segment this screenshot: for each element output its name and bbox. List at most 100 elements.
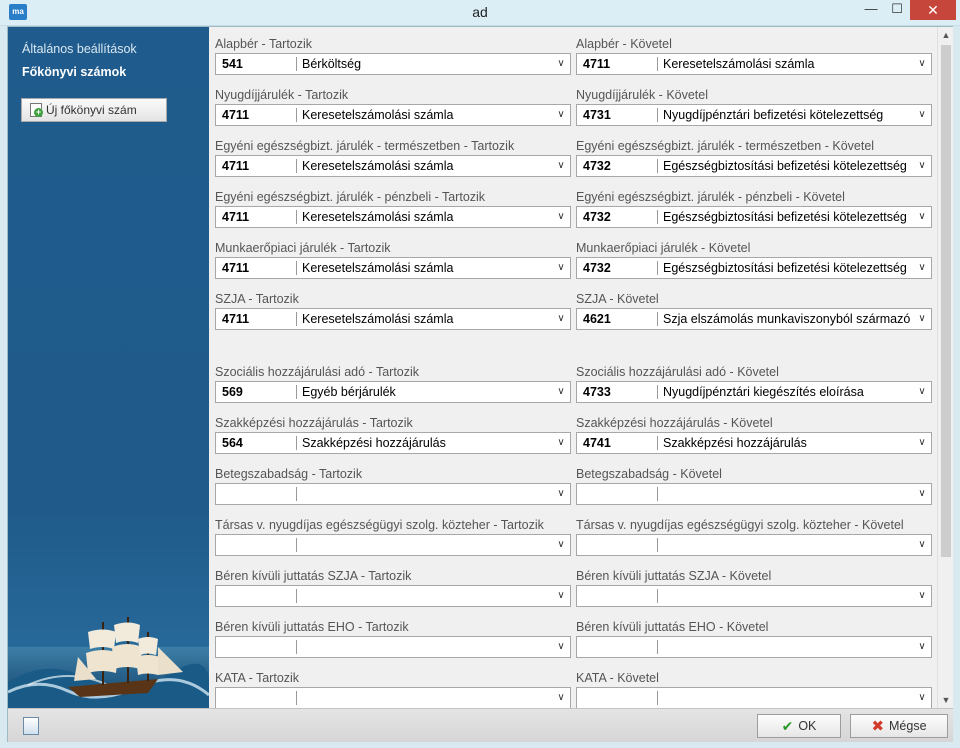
account-field-left: Szociális hozzájárulási adó - Tartozik 56… [215, 364, 571, 403]
chevron-down-icon[interactable]: ∨ [554, 383, 568, 401]
chevron-down-icon[interactable]: ∨ [915, 383, 929, 401]
account-select[interactable]: ∨ [215, 483, 571, 505]
account-select[interactable]: 564 Szakképzési hozzájárulás ∨ [215, 432, 571, 454]
account-field-left: Nyugdíjjárulék - Tartozik 4711 Keresetelsz… [215, 87, 571, 126]
sidebar-item-general-settings[interactable]: Általános beállítások [22, 42, 137, 56]
chevron-down-icon[interactable]: ∨ [915, 208, 929, 226]
chevron-down-icon[interactable]: ∨ [554, 208, 568, 226]
account-code: 4711 [222, 312, 250, 326]
chevron-down-icon[interactable]: ∨ [554, 587, 568, 605]
account-select[interactable]: ∨ [215, 534, 571, 556]
cancel-label: Mégse [889, 719, 927, 733]
account-select[interactable]: 4711 Keresetelszámolási számla ∨ [215, 308, 571, 330]
account-field-right: Egyéni egészségbizt. járulék - természet… [576, 138, 932, 177]
chevron-down-icon[interactable]: ∨ [554, 689, 568, 707]
account-name: Keresetelszámolási számla [302, 108, 454, 122]
chevron-down-icon[interactable]: ∨ [915, 310, 929, 328]
account-select[interactable]: 4733 Nyugdíjpénztári kiegészítés eloírása… [576, 381, 932, 403]
account-select[interactable]: 541 Bérköltség ∨ [215, 53, 571, 75]
account-name: Egyéb bérjárulék [302, 385, 396, 399]
account-field-right: Nyugdíjjárulék - Követel 4731 Nyugdíjpénzt… [576, 87, 932, 126]
account-field-left: Munkaerőpiaci járulék - Tartozik 4711 Kere… [215, 240, 571, 279]
check-icon: ✔ [781, 717, 794, 734]
account-code: 4733 [583, 385, 611, 399]
cross-icon: ✖ [871, 718, 885, 735]
ok-button[interactable]: ✔ OK [757, 714, 841, 738]
chevron-down-icon[interactable]: ∨ [554, 106, 568, 124]
account-field-label: SZJA - Tartozik [215, 292, 299, 306]
chevron-down-icon[interactable]: ∨ [554, 55, 568, 73]
account-field-label: Béren kívüli juttatás SZJA - Követel [576, 569, 772, 583]
account-select[interactable]: 4621 Szja elszámolás munkaviszonyból szár… [576, 308, 932, 330]
scroll-down-arrow-icon[interactable]: ▼ [938, 692, 954, 708]
vertical-scrollbar[interactable]: ▲ ▼ [937, 27, 953, 708]
account-select[interactable]: 4711 Keresetelszámolási számla ∨ [215, 155, 571, 177]
chevron-down-icon[interactable]: ∨ [915, 587, 929, 605]
chevron-down-icon[interactable]: ∨ [554, 157, 568, 175]
chevron-down-icon[interactable]: ∨ [915, 55, 929, 73]
account-select[interactable]: ∨ [576, 534, 932, 556]
dialog-footer: ✔ OK ✖ Mégse [8, 708, 953, 742]
account-name: Szakképzési hozzájárulás [663, 436, 807, 450]
account-field-left: SZJA - Tartozik 4711 Keresetelszámolási sz… [215, 291, 571, 330]
account-name: Keresetelszámolási számla [663, 57, 815, 71]
account-select[interactable]: ∨ [215, 687, 571, 708]
account-select[interactable]: 4711 Keresetelszámolási számla ∨ [215, 104, 571, 126]
chevron-down-icon[interactable]: ∨ [915, 536, 929, 554]
chevron-down-icon[interactable]: ∨ [554, 259, 568, 277]
account-select[interactable]: 569 Egyéb bérjárulék ∨ [215, 381, 571, 403]
sidebar-item-ledger-accounts[interactable]: Főkönyvi számok [22, 65, 126, 79]
chevron-down-icon[interactable]: ∨ [554, 485, 568, 503]
account-code: 4711 [222, 159, 250, 173]
account-select[interactable]: 4732 Egészségbiztosítási befizetési kötel… [576, 155, 932, 177]
chevron-down-icon[interactable]: ∨ [554, 638, 568, 656]
chevron-down-icon[interactable]: ∨ [554, 536, 568, 554]
chevron-down-icon[interactable]: ∨ [915, 106, 929, 124]
chevron-down-icon[interactable]: ∨ [915, 485, 929, 503]
chevron-down-icon[interactable]: ∨ [915, 434, 929, 452]
account-field-label: Munkaerőpiaci járulék - Tartozik [215, 241, 391, 255]
account-field-label: Alapbér - Tartozik [215, 37, 313, 51]
account-field-label: Nyugdíjjárulék - Tartozik [215, 88, 349, 102]
account-code: 4711 [583, 57, 611, 71]
account-select[interactable]: 4711 Keresetelszámolási számla ∨ [215, 206, 571, 228]
column-divider [296, 159, 297, 173]
account-select[interactable]: ∨ [576, 585, 932, 607]
account-select[interactable]: 4711 Keresetelszámolási számla ∨ [576, 53, 932, 75]
minimize-button[interactable]: — [858, 0, 884, 20]
account-select[interactable]: 4732 Egészségbiztosítási befizetési kötel… [576, 206, 932, 228]
account-select[interactable]: 4711 Keresetelszámolási számla ∨ [215, 257, 571, 279]
account-field-label: Alapbér - Követel [576, 37, 672, 51]
scroll-thumb[interactable] [941, 45, 951, 557]
maximize-button[interactable]: ☐ [884, 0, 910, 20]
chevron-down-icon[interactable]: ∨ [915, 638, 929, 656]
account-name: Szja elszámolás munkaviszonyból származó… [663, 312, 913, 326]
account-select[interactable]: ∨ [576, 636, 932, 658]
account-select[interactable]: ∨ [215, 585, 571, 607]
account-field-right: Béren kívüli juttatás EHO - Követel ∨ [576, 619, 932, 658]
column-divider [296, 640, 297, 654]
chevron-down-icon[interactable]: ∨ [915, 689, 929, 707]
account-select[interactable]: ∨ [576, 687, 932, 708]
column-divider [657, 640, 658, 654]
chevron-down-icon[interactable]: ∨ [915, 259, 929, 277]
account-select[interactable]: ∨ [576, 483, 932, 505]
cancel-button[interactable]: ✖ Mégse [850, 714, 948, 738]
document-icon[interactable] [23, 717, 39, 735]
account-select[interactable]: 4732 Egészségbiztosítási befizetési kötel… [576, 257, 932, 279]
chevron-down-icon[interactable]: ∨ [554, 434, 568, 452]
column-divider [657, 385, 658, 399]
chevron-down-icon[interactable]: ∨ [554, 310, 568, 328]
close-button[interactable]: ✕ [910, 0, 956, 20]
scroll-up-arrow-icon[interactable]: ▲ [938, 27, 954, 43]
account-code: 569 [222, 385, 243, 399]
column-divider [296, 487, 297, 501]
new-ledger-account-button[interactable]: Új főkönyvi szám [21, 98, 167, 122]
account-field-right: Béren kívüli juttatás SZJA - Követel ∨ [576, 568, 932, 607]
account-select[interactable]: 4741 Szakképzési hozzájárulás ∨ [576, 432, 932, 454]
account-field-right: Alapbér - Követel 4711 Keresetelszámolási … [576, 36, 932, 75]
account-select[interactable]: ∨ [215, 636, 571, 658]
account-name: Egészségbiztosítási befizetési kötelezet… [663, 210, 907, 224]
account-select[interactable]: 4731 Nyugdíjpénztári befizetési kötelezet… [576, 104, 932, 126]
chevron-down-icon[interactable]: ∨ [915, 157, 929, 175]
